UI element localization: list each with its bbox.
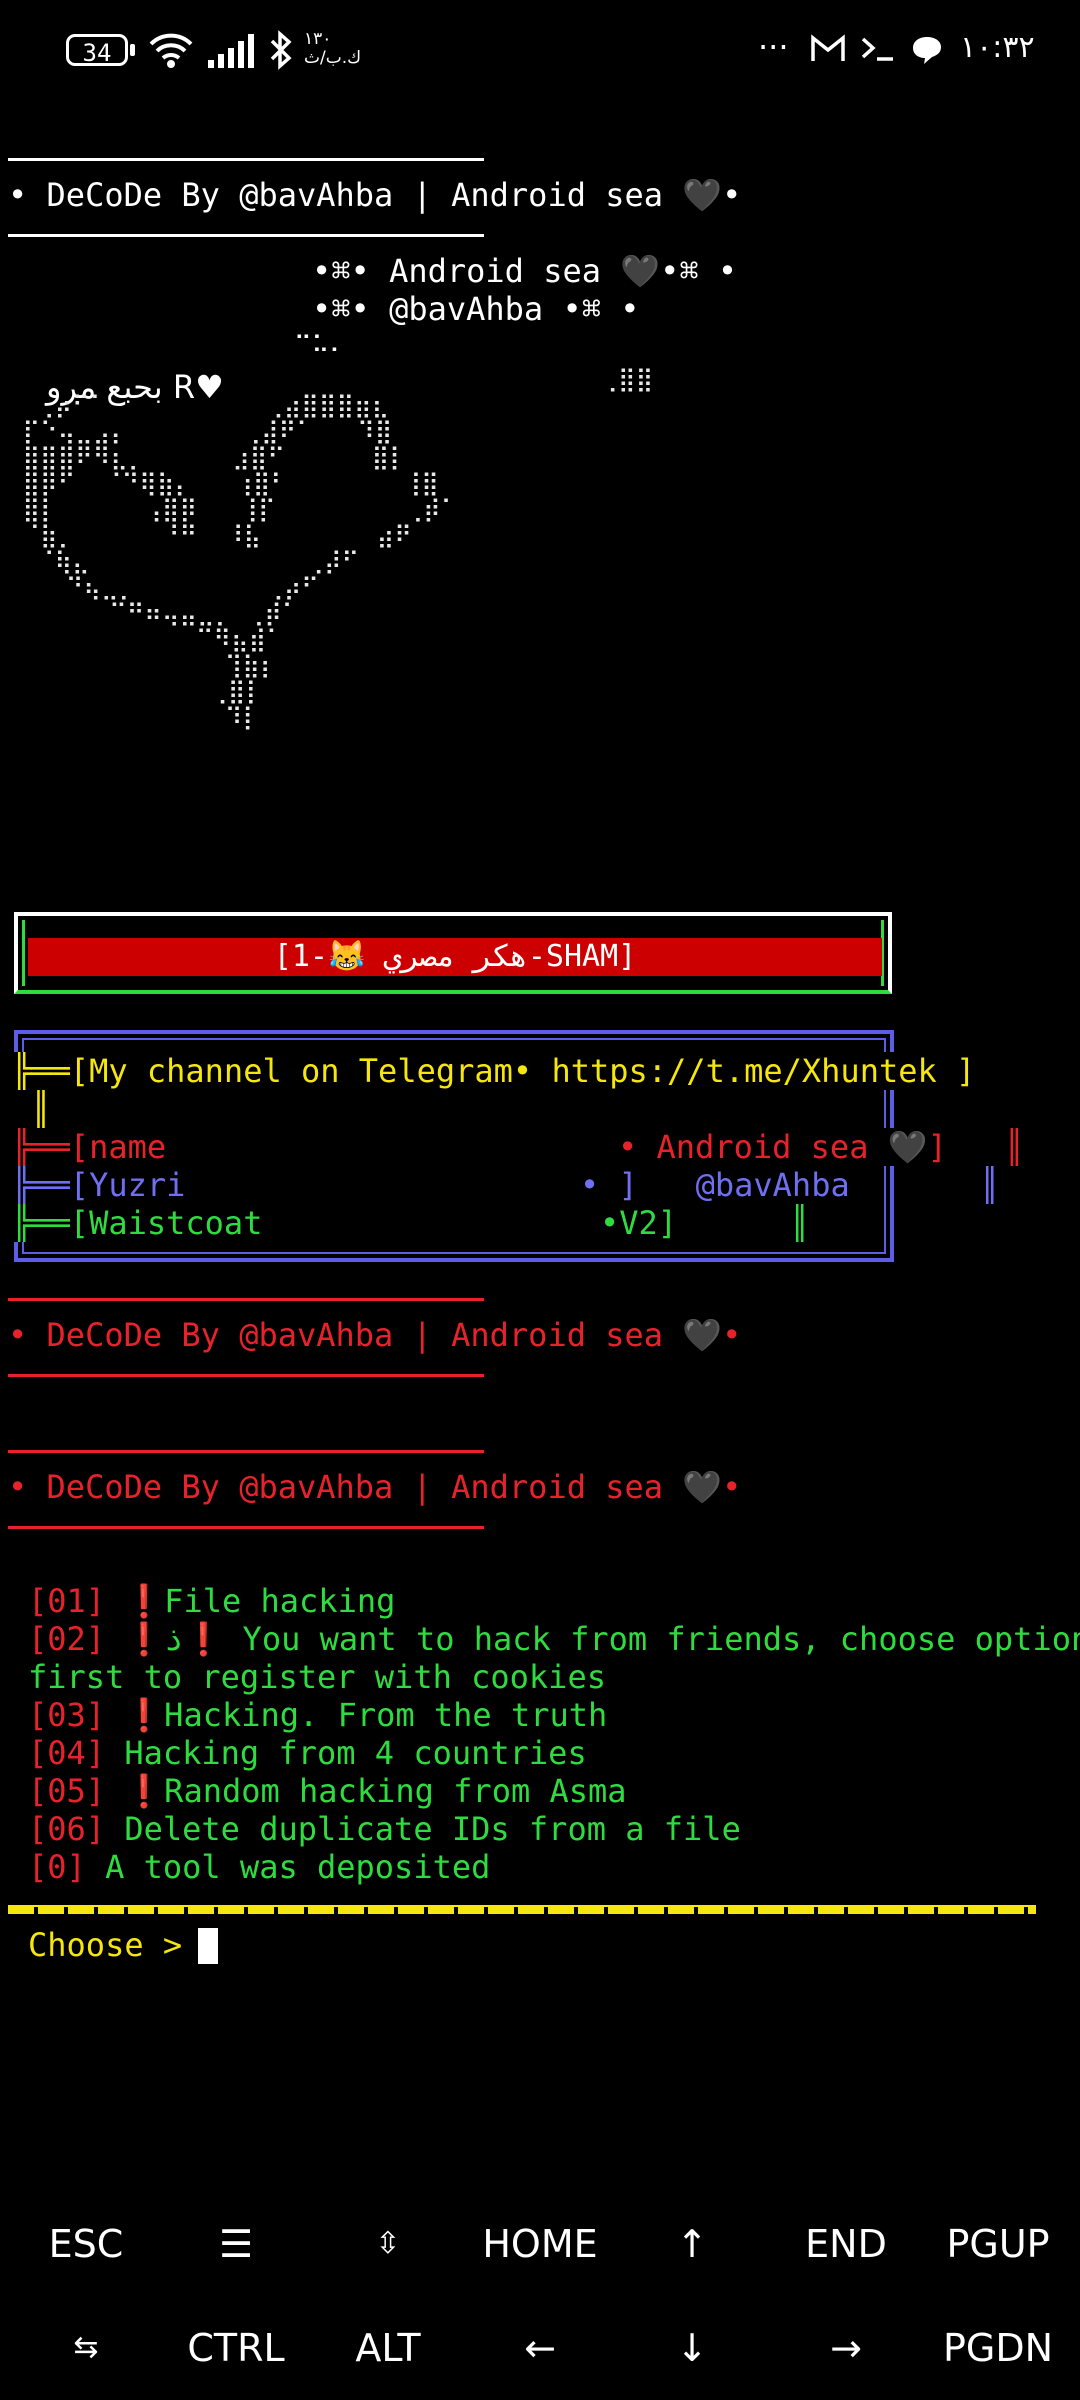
menu-item-label: Delete duplicate IDs from a file (124, 1810, 741, 1848)
battery-level: 34 (82, 39, 112, 67)
telegram-line: ╠══[My channel on Telegram• https://t.me… (12, 1052, 976, 1090)
divider (8, 1526, 484, 1529)
pipe-line: ║ (12, 1090, 51, 1128)
left-arrow-key[interactable]: ← (470, 2326, 610, 2370)
esc-key[interactable]: ESC (16, 2222, 156, 2266)
divider (8, 1298, 484, 1301)
waistcoat-label: ╠══[Waistcoat (12, 1204, 263, 1242)
waistcoat-value: •V2] (600, 1204, 678, 1242)
menu-item: [05] ❗Random hacking from Asma (28, 1772, 627, 1810)
alt-key[interactable]: ALT (318, 2326, 458, 2370)
pgdn-key[interactable]: PGDN (928, 2326, 1068, 2370)
menu-item-label: ❗File hacking (124, 1582, 396, 1620)
name-value: • Android sea 🖤] ║ (618, 1128, 1024, 1166)
network-speed: ١٣٠ ك.ب/ث (304, 29, 362, 68)
battery-tip (130, 44, 135, 56)
menu-item-number: [04] (28, 1734, 106, 1772)
down-arrow-key[interactable]: ↓ (622, 2326, 762, 2370)
dashed-divider-top (8, 1905, 1036, 1907)
small-mark: ⠉⠥⠄ (294, 331, 347, 359)
dashed-divider (8, 1906, 1036, 1914)
ctrl-key[interactable]: CTRL (166, 2326, 306, 2370)
menu-item-label: Hacking from 4 countries (124, 1734, 587, 1772)
name-label: ╠══[name (12, 1128, 167, 1166)
status-bar: 34 ١٣٠ ك.ب/ث ··· ١٠:٣٢ (0, 0, 1080, 100)
divider (8, 1374, 484, 1377)
up-arrow-key[interactable]: ↑ (622, 2222, 762, 2266)
bluetooth-icon (270, 30, 292, 70)
menu-item: [06] Delete duplicate IDs from a file (28, 1810, 741, 1848)
home-key[interactable]: HOME (470, 2222, 610, 2266)
yuzri-value: • ] @bavAhba (580, 1166, 850, 1204)
menu-item-label: ❗Random hacking from Asma (124, 1772, 627, 1810)
waistcoat-border: ║ (790, 1204, 810, 1242)
right-arrow-key[interactable]: → (776, 2326, 916, 2370)
divider (8, 1450, 484, 1453)
yuzri-border: ║ (980, 1166, 1000, 1204)
menu-item-number: [06] (28, 1810, 106, 1848)
end-key[interactable]: END (776, 2222, 916, 2266)
pgup-key[interactable]: PGUP (928, 2222, 1068, 2266)
menu-item: [03] ❗Hacking. From the truth (28, 1696, 607, 1734)
chat-icon (913, 37, 941, 64)
menu-item-number: [05] (28, 1772, 106, 1810)
wifi-icon (149, 33, 193, 68)
clock: ١٠:٣٢ (960, 30, 1035, 65)
menu-item: [01] ❗File hacking (28, 1582, 395, 1620)
tab-key[interactable]: ⇆ (16, 2330, 156, 2365)
menu-item-label: ❗ذ❗ You want to hack from friends, choos… (124, 1620, 1080, 1658)
more-icon: ··· (758, 28, 789, 66)
gmail-icon (811, 34, 845, 61)
menu-item-label: A tool was deposited (105, 1848, 491, 1886)
menu-item-label: ❗Hacking. From the truth (124, 1696, 608, 1734)
menu-item: [0] A tool was deposited (28, 1848, 490, 1886)
decode-line: • DeCoDe By @bavAhba | Android sea 🖤• (8, 176, 742, 214)
header-line-1: •⌘• Android sea 🖤•⌘ • (312, 252, 738, 290)
divider (8, 234, 484, 237)
decode-line-red-2: • DeCoDe By @bavAhba | Android sea 🖤• (8, 1468, 742, 1506)
divider (8, 158, 484, 161)
menu-item-number: [03] (28, 1696, 106, 1734)
terminal-icon (861, 37, 893, 61)
command-prompt[interactable]: Choose > (28, 1926, 201, 1964)
yuzri-label: ╠══[Yuzri (12, 1166, 186, 1204)
menu-item: [02] ❗ذ❗ You want to hack from friends, … (28, 1620, 1080, 1658)
battery-icon: 34 (66, 34, 128, 67)
menu-item-continued: first to register with cookies (28, 1658, 606, 1696)
text-cursor (198, 1928, 218, 1964)
ascii-heart-art: ⢀⣿⣿ ⢀⡴⠋⠁ ⢀⣴⣿⣿⣿⣶⣆ ⡏⠑⢤⣀⣠⡄ ⢀⣼⠟⠁ ⠹⣿ ⣿⣿⣿⠟⠻⣆⡀ … (22, 365, 654, 731)
menu-item: [04] Hacking from 4 countries (28, 1734, 587, 1772)
banner: [هكر مصري 😹-1-SHAM] (28, 938, 882, 976)
menu-item-number: [01] (28, 1582, 106, 1620)
menu-item-number: [0] (28, 1848, 86, 1886)
signal-icon (208, 34, 254, 68)
menu-item-number: [02] (28, 1620, 106, 1658)
banner-text: [هكر مصري 😹-1-SHAM] (273, 939, 637, 974)
scroll-toggle-key[interactable]: ⇳ (318, 2226, 458, 2261)
decode-line-red-1: • DeCoDe By @bavAhba | Android sea 🖤• (8, 1316, 742, 1354)
header-line-2: •⌘• @bavAhba •⌘ • (312, 290, 640, 328)
drawer-key[interactable]: ☰ (166, 2222, 306, 2266)
